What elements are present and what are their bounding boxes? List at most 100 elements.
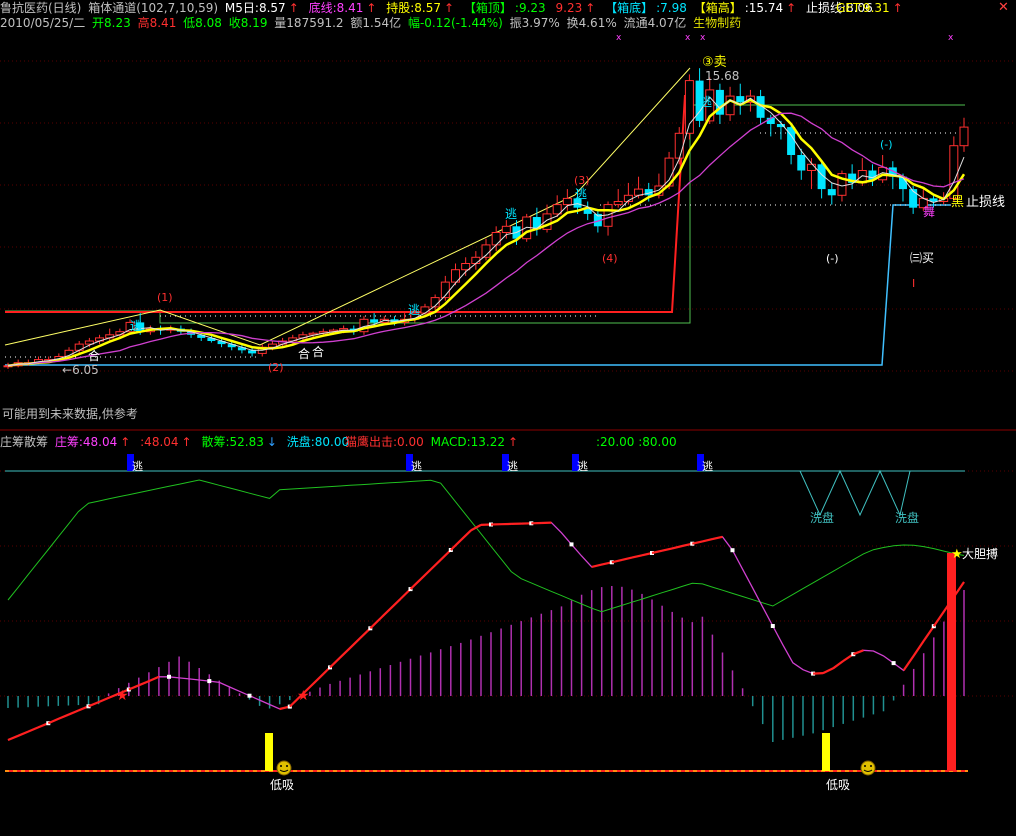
- minus-marker-2: (-): [880, 138, 893, 151]
- marker-4: (4): [602, 252, 618, 265]
- marker-1: (1): [157, 291, 173, 304]
- he-signal-1: 合: [88, 348, 100, 363]
- zhuang-rise-segment: [470, 523, 482, 532]
- candle-body: [959, 126, 969, 147]
- zhuang-rise-segment: [98, 696, 110, 704]
- price-min-label: ←6.05: [62, 363, 99, 377]
- macd-histogram: [7, 586, 965, 742]
- zhuang-rise-segment: [128, 684, 140, 691]
- zhuang-rise-segment: [813, 672, 824, 675]
- sell3-signal: ③卖: [702, 55, 727, 70]
- support-line: [5, 204, 950, 366]
- bold-bet-bar: [947, 553, 956, 771]
- zhuang-rise-segment: [671, 544, 683, 550]
- zhuang-rise-segment: [429, 559, 442, 571]
- svg-text:逃: 逃: [507, 460, 518, 473]
- zhuang-rise-segment: [591, 563, 602, 568]
- zhuang-rise-segment: [17, 730, 29, 737]
- amount-value: 额1.54亿: [350, 16, 402, 30]
- zhuang-dot: [891, 661, 896, 666]
- zhuang-rise-segment: [309, 676, 321, 688]
- candle-body: [562, 197, 572, 206]
- zhuang-rise-segment: [460, 529, 472, 541]
- box-bottom-label: 【箱底】: [605, 1, 654, 15]
- candle-body: [471, 256, 481, 264]
- header-row-1: 鲁抗医药(日线) 箱体通道(102,7,10,59) M5日:8.57 ↑ 底线:…: [0, 1, 876, 16]
- high-value: 高8.41: [137, 16, 177, 30]
- macd-value: MACD:13.22 ↑: [430, 435, 519, 449]
- san-value: 散筹:52.83 ↓: [201, 435, 277, 449]
- candle-body: [370, 319, 379, 323]
- zhuang-value: 庄筹:48.04 ↑: [54, 435, 131, 449]
- zhuang-rise-segment: [47, 717, 59, 725]
- zhuang-rise-segment: [450, 539, 462, 551]
- zhuang-rise-segment: [712, 535, 723, 541]
- svg-text:x: x: [685, 33, 691, 43]
- smiley-icon: [276, 760, 292, 776]
- marker-2: (2): [268, 361, 284, 374]
- ma5-line: [7, 98, 966, 368]
- box-high-value: :15.74 ↑: [744, 1, 797, 15]
- zhuang-rise-segment: [389, 598, 402, 610]
- zhuang-rise-segment: [902, 655, 915, 672]
- box-high-label: 【箱高】: [693, 1, 742, 15]
- bold-bet-label: 大胆搏: [962, 547, 998, 561]
- date-value: 2010/05/25/二: [0, 16, 86, 30]
- zhuang-chip-dots: [7, 521, 965, 742]
- svg-text:x: x: [700, 33, 706, 43]
- candle-body: [806, 163, 816, 172]
- indicator-header-2: 猫鹰出击:0.00 MACD:13.22 ↑: [345, 435, 524, 450]
- wash-line: [799, 469, 911, 517]
- header-row-2: 2010/05/25/二 开8.23 高8.41 低8.08 收8.19 量18…: [0, 16, 744, 31]
- zhuang-rise-segment: [339, 647, 351, 659]
- hold-value: 持股:8.57 ↑: [386, 1, 455, 15]
- zhuang-value-2: :48.04 ↑: [140, 435, 192, 449]
- close-icon[interactable]: ✕: [998, 1, 1010, 14]
- price-max-label: 15.68: [705, 69, 739, 83]
- zhuang-rise-segment: [67, 709, 79, 716]
- wash-label-2: 洗盘: [895, 510, 919, 525]
- zhuang-chip-line-down: [7, 521, 965, 741]
- sector-value: 生物制药: [693, 16, 742, 30]
- low-suck-bar-2: [822, 733, 830, 771]
- eagle-value: 猫鹰出击:0.00: [345, 435, 424, 449]
- escape-signal-1: 逃: [130, 319, 142, 333]
- dance-label: 舞: [923, 205, 935, 219]
- box-bottom-value: :7.98: [656, 1, 687, 15]
- indicator-name: 箱体通道(102,7,10,59): [88, 1, 219, 15]
- future-data-note: 可能用到未来数据,供参考: [2, 407, 138, 421]
- svg-text:逃: 逃: [577, 460, 588, 473]
- line-values: :20.00 :80.00: [596, 435, 677, 449]
- escape-signal-2: 逃: [408, 303, 420, 317]
- candle-body: [420, 306, 430, 314]
- chart-canvas[interactable]: ←6.05 15.68 ③卖 ㈢买 止损线 黑 舞 (1) (2) (3) (4…: [0, 0, 1016, 836]
- zhuang-rise-segment: [611, 558, 623, 564]
- candle-body: [909, 189, 918, 208]
- indicator-header: 庄筹散筹 庄筹:48.04 ↑ :48.04 ↑ 散筹:52.83 ↓ 洗盘:80.0…: [0, 435, 352, 450]
- zhuang-rise-segment: [7, 734, 19, 742]
- bottom-line-value: 底线:8.41 ↑: [308, 1, 377, 15]
- escape-signal-3: 逃: [505, 207, 517, 221]
- top-x-markers: xxxx: [616, 33, 954, 43]
- candlestick-series: [3, 68, 969, 369]
- close-value: 收8.19: [228, 16, 268, 30]
- zhuang-rise-segment: [631, 554, 643, 559]
- zhuang-rise-segment: [832, 660, 844, 670]
- zhuang-rise-segment: [419, 568, 432, 581]
- star-icon: ★: [116, 688, 129, 704]
- he-signal-2: 合: [298, 346, 310, 361]
- box-red-line: [5, 94, 686, 313]
- box-top-value-2: 9.23 ↑: [555, 1, 596, 15]
- zhuang-rise-segment: [379, 607, 392, 620]
- zhuang-dot: [569, 542, 574, 547]
- zhuang-rise-segment: [138, 680, 150, 687]
- buy3-signal: ㈢买: [910, 251, 934, 265]
- zhuang-rise-segment: [822, 667, 834, 675]
- amplitude-value: 振3.97%: [509, 16, 560, 30]
- float-value: 流通4.07亿: [623, 16, 687, 30]
- zhuang-dot: [207, 679, 212, 684]
- candle-body: [725, 95, 735, 116]
- svg-text:x: x: [948, 33, 954, 43]
- low-suck-bar-1: [265, 733, 273, 771]
- zhuang-rise-segment: [88, 701, 100, 708]
